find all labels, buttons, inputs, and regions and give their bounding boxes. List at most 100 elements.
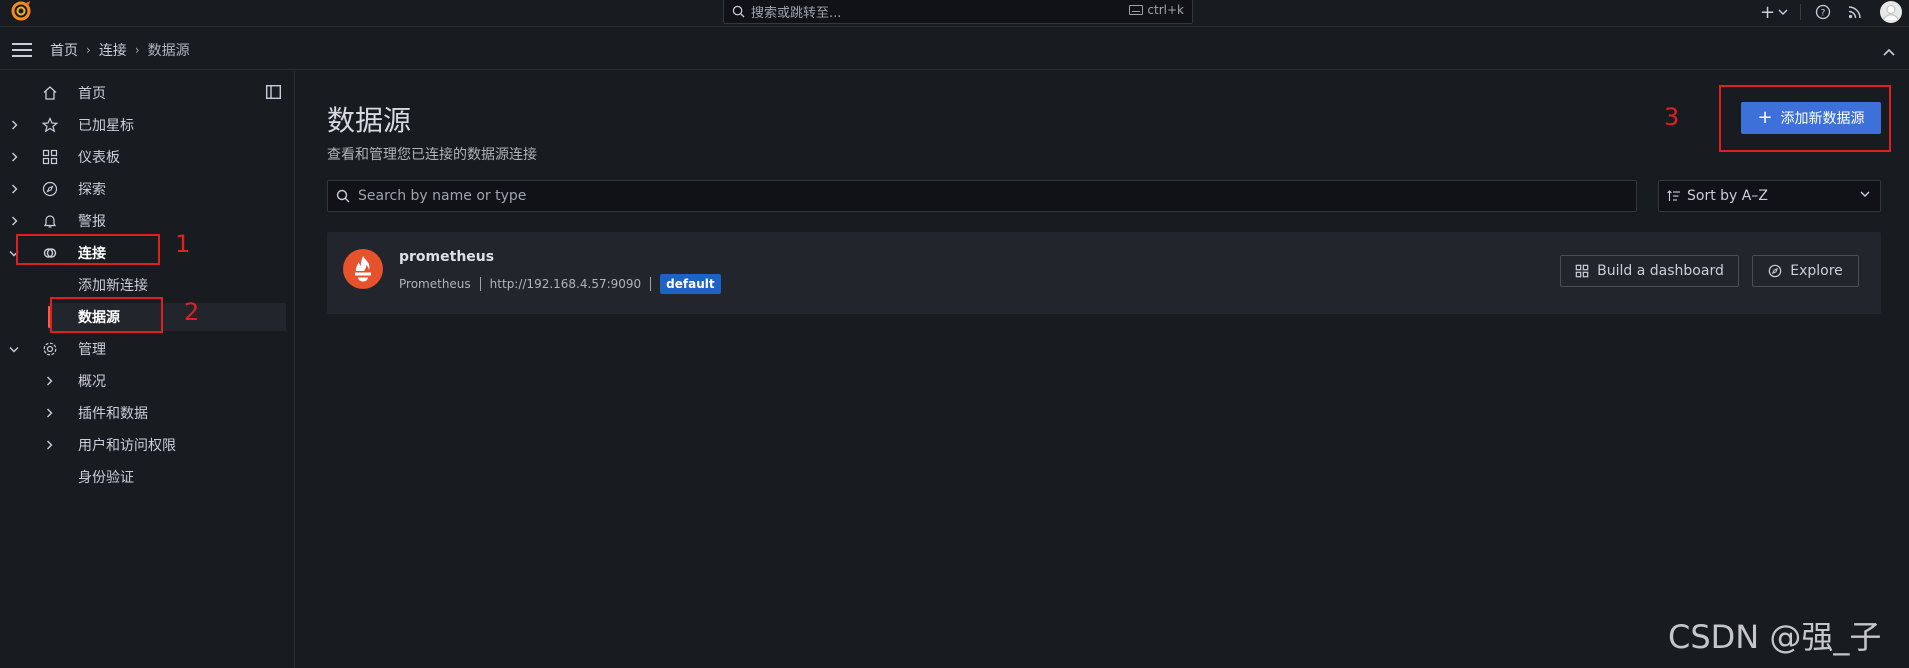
toolbar-divider bbox=[1800, 4, 1801, 20]
compass-icon bbox=[1768, 264, 1782, 278]
annotation-box-1 bbox=[16, 234, 160, 265]
default-badge: default bbox=[660, 274, 721, 294]
chevron-right-icon[interactable] bbox=[44, 376, 54, 386]
svg-text:?: ? bbox=[1821, 9, 1826, 19]
page-subtitle: 查看和管理您已连接的数据源连接 bbox=[327, 147, 537, 163]
watermark: CSDN @强_子 bbox=[1668, 618, 1882, 656]
top-bar: 搜索或跳转至... ctrl+k + ? bbox=[0, 0, 1909, 27]
breadcrumb-connections[interactable]: 连接 bbox=[99, 40, 127, 60]
annotation-box-2 bbox=[50, 297, 163, 333]
sidebar-item-label: 用户和访问权限 bbox=[78, 438, 176, 454]
grafana-logo-icon[interactable] bbox=[9, 0, 35, 24]
sidebar-item-dashboards[interactable]: 仪表板 bbox=[0, 143, 286, 171]
sort-select[interactable]: Sort by A–Z bbox=[1658, 180, 1881, 212]
chevron-right-icon[interactable] bbox=[9, 120, 19, 130]
rss-icon bbox=[1848, 6, 1861, 19]
chevron-down-icon bbox=[1860, 191, 1870, 197]
datasource-name[interactable]: prometheus bbox=[399, 249, 494, 265]
home-icon bbox=[41, 84, 59, 102]
sidebar-item-label: 身份验证 bbox=[78, 470, 134, 486]
sidebar-item-label: 探索 bbox=[78, 182, 106, 198]
sidebar-item-overview[interactable]: 概况 bbox=[0, 367, 286, 395]
apps-icon bbox=[41, 148, 59, 166]
explore-button[interactable]: Explore bbox=[1752, 255, 1859, 287]
datasource-meta: Prometheus http://192.168.4.57:9090 defa… bbox=[399, 274, 721, 294]
compass-icon bbox=[41, 180, 59, 198]
cog-icon bbox=[41, 340, 59, 358]
sidebar-item-label: 管理 bbox=[78, 342, 106, 358]
main-content: 数据源 查看和管理您已连接的数据源连接 + 添加新数据源 Search by n… bbox=[296, 71, 1909, 668]
news-button[interactable] bbox=[1837, 5, 1873, 19]
sidebar-item-label: 警报 bbox=[78, 214, 106, 230]
sort-icon bbox=[1667, 190, 1680, 201]
chevron-up-icon bbox=[1883, 48, 1895, 56]
search-placeholder: 搜索或跳转至... bbox=[751, 6, 842, 21]
star-icon bbox=[41, 116, 59, 134]
sidebar-item-add-connection[interactable]: 添加新连接 bbox=[0, 271, 286, 299]
prometheus-logo-icon bbox=[343, 249, 383, 289]
help-button[interactable]: ? bbox=[1809, 4, 1837, 20]
add-datasource-button[interactable]: + 添加新数据源 bbox=[1741, 102, 1881, 134]
sidebar: 首页 已加星标 仪表板 探索 警报 连接 添加新连接 数据源 管理 概况 插件和… bbox=[0, 71, 295, 668]
sidebar-item-administration[interactable]: 管理 bbox=[0, 335, 286, 363]
sidebar-item-alerting[interactable]: 警报 bbox=[0, 207, 286, 235]
chevron-right-icon: › bbox=[134, 43, 140, 57]
build-dashboard-button[interactable]: Build a dashboard bbox=[1560, 255, 1739, 287]
add-datasource-label: 添加新数据源 bbox=[1780, 111, 1865, 127]
help-icon: ? bbox=[1815, 4, 1831, 20]
annotation-number-2: 2 bbox=[184, 298, 200, 326]
sidebar-item-label: 插件和数据 bbox=[78, 406, 148, 422]
apps-icon bbox=[1575, 264, 1589, 278]
breadcrumb-bar: 首页 › 连接 › 数据源 bbox=[0, 27, 1909, 70]
breadcrumb-home[interactable]: 首页 bbox=[50, 40, 78, 60]
collapse-header-button[interactable] bbox=[1883, 41, 1895, 60]
plus-icon: + bbox=[1759, 1, 1776, 23]
chevron-right-icon[interactable] bbox=[44, 440, 54, 450]
datasource-url: http://192.168.4.57:9090 bbox=[489, 277, 642, 291]
datasource-type: Prometheus bbox=[399, 277, 471, 291]
meta-divider bbox=[479, 277, 481, 291]
chevron-down-icon[interactable] bbox=[9, 346, 19, 353]
search-icon bbox=[732, 5, 745, 18]
bell-icon bbox=[41, 212, 59, 230]
annotation-number-1: 1 bbox=[175, 230, 191, 258]
sidebar-item-label: 添加新连接 bbox=[78, 278, 148, 294]
build-dashboard-label: Build a dashboard bbox=[1597, 263, 1724, 279]
chevron-right-icon[interactable] bbox=[9, 216, 19, 226]
chevron-right-icon[interactable] bbox=[9, 184, 19, 194]
top-right-toolbar: + ? bbox=[1756, 0, 1909, 24]
explore-label: Explore bbox=[1790, 263, 1843, 279]
sidebar-item-label: 已加星标 bbox=[78, 118, 134, 134]
keyboard-icon bbox=[1129, 5, 1144, 15]
new-menu-button[interactable]: + bbox=[1756, 2, 1792, 23]
sidebar-item-home[interactable]: 首页 bbox=[0, 79, 286, 107]
sidebar-item-users-access[interactable]: 用户和访问权限 bbox=[0, 431, 286, 459]
search-placeholder: Search by name or type bbox=[358, 188, 527, 204]
user-avatar[interactable] bbox=[1873, 1, 1909, 23]
sidebar-item-explore[interactable]: 探索 bbox=[0, 175, 286, 203]
breadcrumb-datasources: 数据源 bbox=[147, 43, 190, 59]
global-search-input[interactable]: 搜索或跳转至... ctrl+k bbox=[723, 0, 1193, 24]
sidebar-item-plugins[interactable]: 插件和数据 bbox=[0, 399, 286, 427]
meta-divider bbox=[650, 277, 652, 291]
plus-icon: + bbox=[1757, 107, 1773, 128]
breadcrumb: 首页 › 连接 › 数据源 bbox=[50, 40, 190, 60]
sidebar-item-label: 仪表板 bbox=[78, 150, 120, 166]
search-icon bbox=[336, 189, 350, 203]
chevron-right-icon[interactable] bbox=[9, 152, 19, 162]
page-title: 数据源 bbox=[327, 104, 412, 137]
search-shortcut: ctrl+k bbox=[1129, 3, 1184, 17]
chevron-down-icon bbox=[1778, 9, 1788, 15]
sidebar-item-label: 首页 bbox=[78, 86, 106, 102]
avatar-icon bbox=[1880, 1, 1902, 23]
chevron-right-icon: › bbox=[86, 43, 91, 57]
datasource-card[interactable]: prometheus Prometheus http://192.168.4.5… bbox=[327, 232, 1881, 314]
datasource-search-input[interactable]: Search by name or type bbox=[327, 180, 1637, 212]
menu-toggle-button[interactable] bbox=[12, 42, 32, 61]
hamburger-icon bbox=[12, 43, 32, 57]
sidebar-item-starred[interactable]: 已加星标 bbox=[0, 111, 286, 139]
sort-label: Sort by A–Z bbox=[1687, 188, 1768, 204]
chevron-right-icon[interactable] bbox=[44, 408, 54, 418]
sidebar-item-label: 概况 bbox=[78, 374, 106, 390]
sidebar-item-authentication[interactable]: 身份验证 bbox=[0, 463, 286, 491]
